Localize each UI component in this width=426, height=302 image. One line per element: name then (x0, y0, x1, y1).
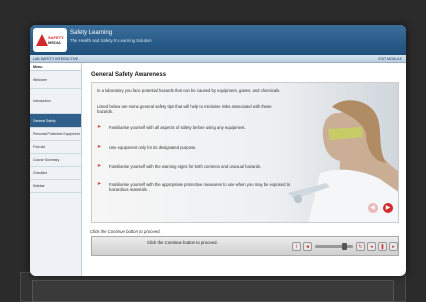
page-title: General Safety Awareness (91, 72, 167, 78)
background-frame-inner (32, 280, 394, 302)
course-subbar: LAB SAFETY INTERACTIVE EXIT MODULE (30, 55, 406, 63)
logo-line2: MEDIA (48, 40, 61, 45)
main-content: General Safety Awareness In a laboratory… (83, 63, 406, 276)
back-button[interactable]: ◀ (367, 202, 378, 213)
next-arrow-icon: ▶ (385, 205, 391, 212)
bullet-text-3: Familiarise yourself with the warning si… (109, 164, 262, 169)
pause-icon[interactable]: ❚ (378, 242, 387, 251)
bullet-text-1: Familiarise yourself with all aspects of… (109, 125, 246, 130)
sidebar-menu: Menu Welcome Introduction General Safety… (30, 63, 82, 276)
sidebar-item-general-safety[interactable]: General Safety (30, 114, 81, 128)
bullet-text-2: Use equipment only for its designated pu… (109, 145, 197, 150)
exit-module-link[interactable]: EXIT MODULE (378, 57, 402, 61)
red-arrow-icon: ➤ (97, 144, 102, 150)
app-subtitle: The Health and Safety E-Learning Solutio… (70, 38, 152, 43)
back-arrow-icon: ◀ (370, 205, 375, 212)
instruction-text: Click the Continue button to proceed. (90, 229, 161, 234)
intro-text-1: In a laboratory you face potential hazar… (97, 88, 281, 93)
slide-navigation: ◀ ▶ (367, 199, 393, 217)
sidebar-item-course-summary[interactable]: Course Summary (30, 154, 81, 167)
content-panel: In a laboratory you face potential hazar… (91, 82, 399, 223)
red-arrow-icon: ➤ (97, 181, 102, 187)
sidebar-item-ppe[interactable]: Personal Protective Equipment (30, 128, 81, 141)
sidebar-item-checklist[interactable]: Checklist (30, 167, 81, 180)
volume-slider[interactable] (315, 243, 353, 250)
rewind-icon[interactable]: ◂ (367, 242, 376, 251)
volume-icon[interactable]: ◄ (303, 242, 312, 251)
course-name: LAB SAFETY INTERACTIVE (33, 56, 79, 61)
volume-slider-knob[interactable] (341, 243, 347, 250)
course-window: SAFETY MEDIA Safety Learning The Health … (30, 25, 406, 276)
header-bar: SAFETY MEDIA Safety Learning The Health … (30, 25, 406, 55)
continue-button[interactable]: ▶ (383, 202, 393, 213)
red-arrow-icon: ➤ (97, 163, 102, 169)
info-icon[interactable]: i (292, 242, 301, 251)
player-caption: Click the Continue button to proceed. (147, 240, 218, 245)
menu-heading: Menu (30, 63, 81, 71)
forward-icon[interactable]: ▸ (389, 242, 398, 251)
media-player-bar: Click the Continue button to proceed. i … (91, 236, 399, 256)
replay-icon[interactable]: ↻ (356, 242, 365, 251)
intro-text-2: Listed below are some general safety tip… (97, 104, 272, 115)
safety-media-logo: SAFETY MEDIA (33, 28, 67, 52)
sidebar-item-first-aid[interactable]: First aid (30, 141, 81, 154)
app-title: Safety Learning (70, 30, 113, 36)
warning-triangle-icon (36, 34, 48, 46)
sidebar-item-introduction[interactable]: Introduction (30, 89, 81, 114)
red-arrow-icon: ➤ (97, 124, 102, 130)
sidebar-item-welcome[interactable]: Welcome (30, 72, 81, 89)
sidebar-item-sidebar[interactable]: Sidebar (30, 180, 81, 193)
bullet-text-4: Familiarise yourself with the appropriat… (109, 182, 291, 193)
